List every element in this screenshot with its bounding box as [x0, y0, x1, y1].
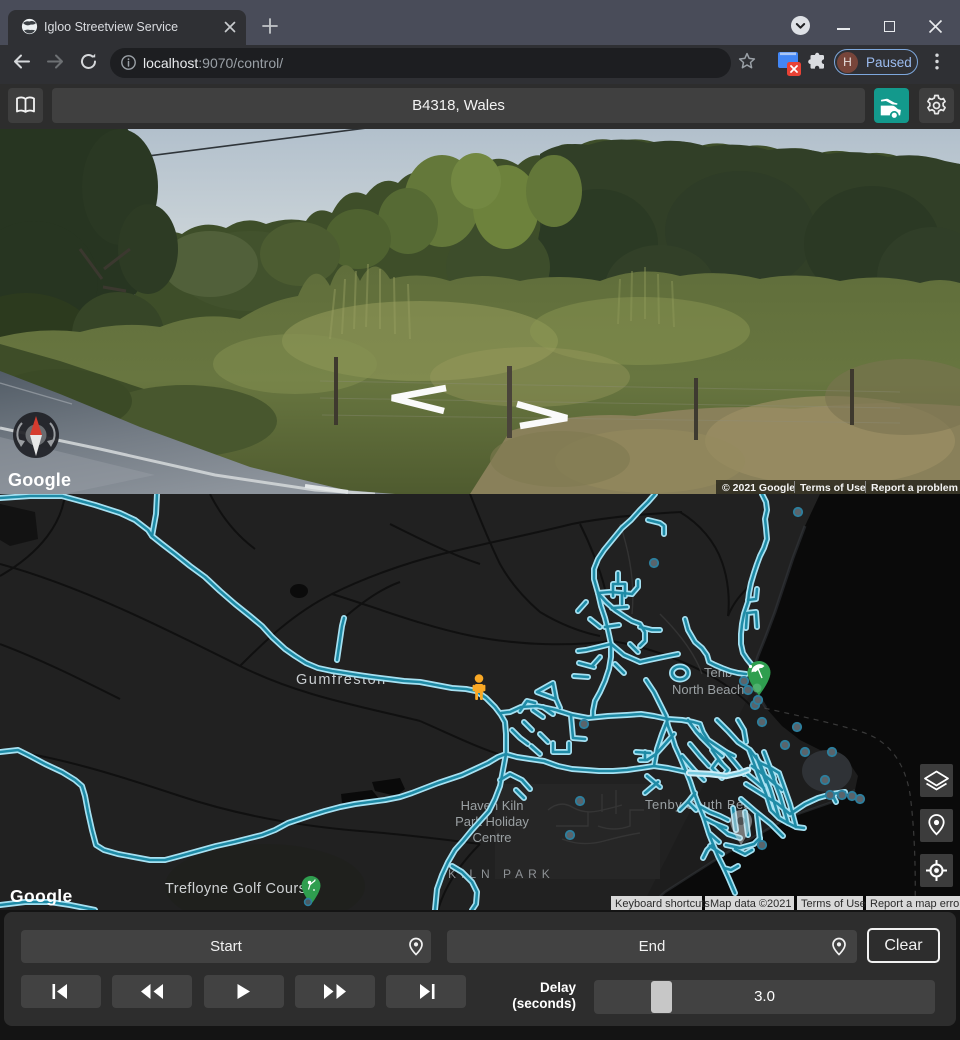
svg-text:Google: Google	[10, 886, 73, 906]
svg-text:Park Holiday: Park Holiday	[455, 814, 529, 829]
svg-text:Terms of Use: Terms of Use	[801, 898, 866, 910]
svg-text:Trefloyne Golf Course: Trefloyne Golf Course	[165, 881, 315, 897]
svg-text:© 2021 Google: © 2021 Google	[722, 482, 795, 494]
svg-text:Google: Google	[8, 470, 71, 490]
svg-text:North Beach: North Beach	[672, 682, 744, 697]
svg-text:Report a map error: Report a map error	[870, 898, 960, 910]
svg-text:Map data ©2021: Map data ©2021	[710, 898, 792, 910]
svg-text:Keyboard shortcuts: Keyboard shortcuts	[615, 898, 710, 910]
svg-text:Report a problem: Report a problem	[871, 482, 958, 494]
svg-text:Centre: Centre	[472, 830, 511, 845]
svg-text:Terms of Use: Terms of Use	[800, 482, 866, 494]
